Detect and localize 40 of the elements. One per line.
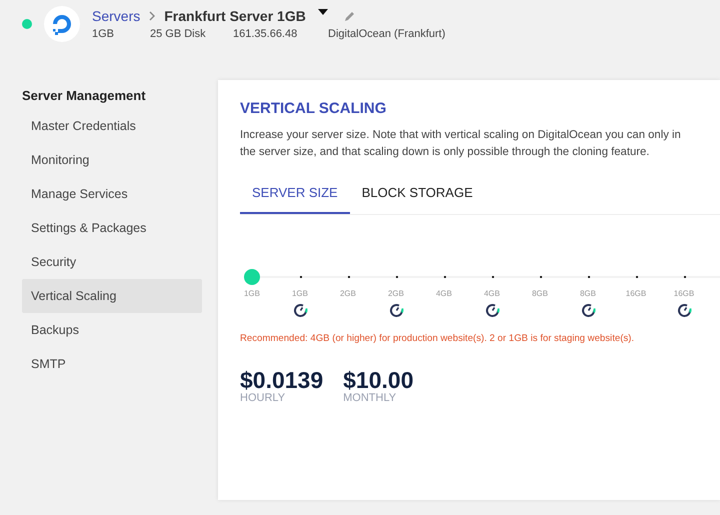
server-spec: 1GB [92, 28, 116, 40]
size-label: 2GB [388, 289, 404, 298]
tab[interactable]: BLOCK STORAGE [350, 185, 485, 214]
description-text: the server size, and that scaling down is only possible through the cloning feature. [240, 145, 650, 160]
description-text: Increase your server size. Note that with vertical scaling on DigitalOcean you can only in [240, 128, 682, 143]
sidebar-title: Server Management [21, 87, 147, 105]
sidebar-item[interactable]: Monitoring [22, 143, 202, 177]
size-label: 16GB [626, 289, 646, 298]
price-amount: $10.00 [343, 368, 414, 392]
price-period: HOURLY [240, 392, 286, 404]
dropdown-caret-icon[interactable] [318, 9, 328, 15]
size-label: 16GB [674, 289, 694, 298]
size-label: 4GB [436, 289, 452, 298]
price-period: MONTHLY [343, 392, 398, 404]
size-label: 1GB [292, 289, 308, 298]
size-label: 1GB [244, 289, 260, 298]
size-label: 4GB [484, 289, 500, 298]
sidebar-item[interactable]: Settings & Packages [22, 211, 202, 245]
server-spec: 161.35.66.48 [233, 28, 298, 40]
tab[interactable]: SERVER SIZE [240, 185, 350, 214]
pencil-icon[interactable] [344, 10, 355, 22]
breadcrumb-link[interactable]: Servers [92, 8, 140, 24]
price-amount: $0.0139 [240, 368, 324, 392]
size-label: 8GB [532, 289, 548, 298]
slider-handle[interactable] [244, 269, 260, 285]
sidebar-item[interactable]: Backups [22, 313, 202, 347]
server-name: Frankfurt Server 1GB [164, 8, 306, 24]
size-label: 8GB [580, 289, 596, 298]
sidebar-item[interactable]: SMTP [22, 347, 202, 381]
size-label: 2GB [340, 289, 356, 298]
chevron-icon [148, 11, 156, 21]
panel-title: VERTICAL SCALING [240, 100, 388, 117]
sidebar-item[interactable]: Master Credentials [22, 109, 202, 143]
server-spec: 25 GB Disk [150, 28, 207, 40]
sidebar-item[interactable]: Security [22, 245, 202, 279]
sidebar-item[interactable]: Manage Services [22, 177, 202, 211]
server-spec: DigitalOcean (Frankfurt) [328, 28, 446, 40]
recommendation-text: Recommended: 4GB (or higher) for production website(s). 2 or 1GB is for staging website(s). [240, 333, 636, 344]
sidebar-item[interactable]: Vertical Scaling [22, 279, 202, 313]
logo-icon [44, 6, 80, 42]
